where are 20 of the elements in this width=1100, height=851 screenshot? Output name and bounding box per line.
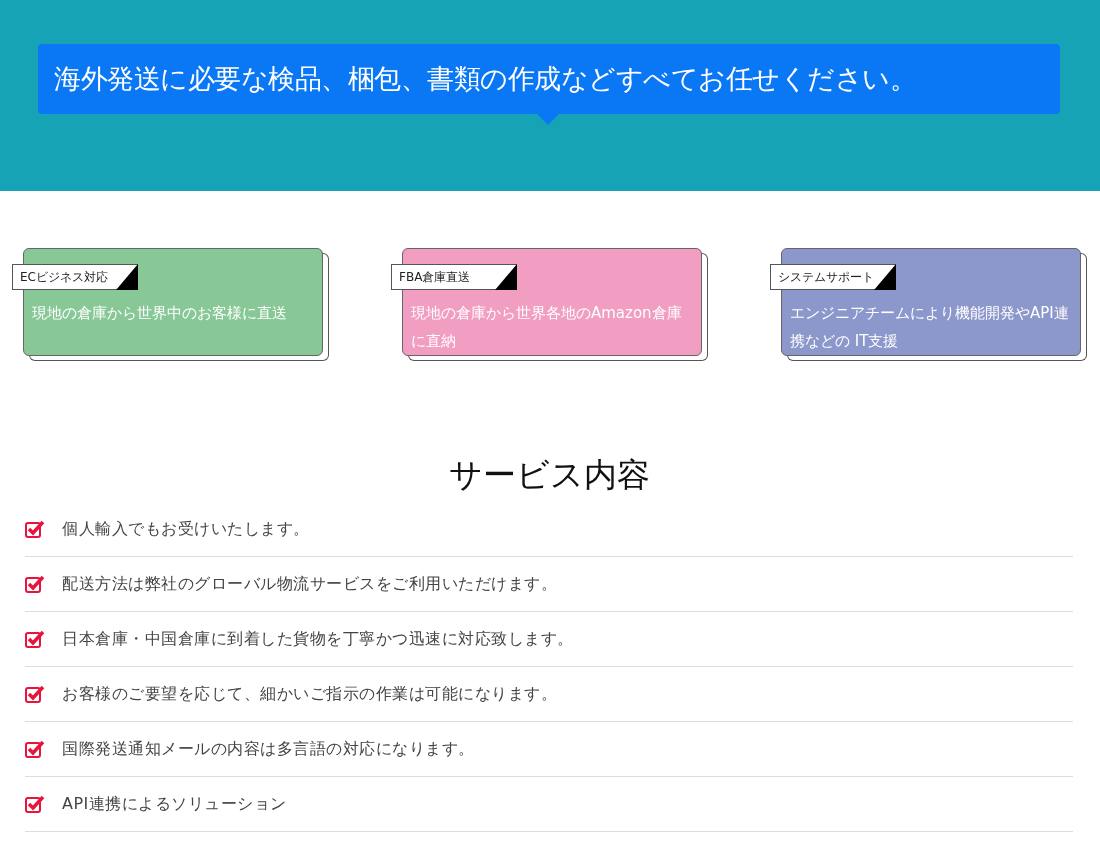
service-item: 個人輸入でもお受けいたします。 <box>62 518 310 540</box>
service-item: API連携によるソリューション <box>62 793 287 815</box>
checkmark-icon <box>25 520 45 538</box>
feature-description: エンジニアチームにより機能開発やAPI連携などの IT支援 <box>790 303 1070 352</box>
section-heading: サービス内容 <box>447 454 651 496</box>
service-item: 配送方法は弊社のグローバル物流サービスをご利用いただけます。 <box>62 573 557 595</box>
checkmark-icon <box>25 795 45 813</box>
feature-description: 現地の倉庫から世界中のお客様に直送 <box>32 303 288 324</box>
tag-corner-icon <box>495 264 517 290</box>
service-item: 日本倉庫・中国倉庫に到着した貨物を丁寧かつ迅速に対応致します。 <box>62 628 574 650</box>
service-item: 国際発送通知メールの内容は多言語の対応になります。 <box>62 738 475 760</box>
feature-description: 現地の倉庫から世界各地のAmazon倉庫に直納 <box>411 303 683 352</box>
service-item: お客様のご要望を応じて、細かいご指示の作業は可能になります。 <box>62 683 557 705</box>
tag-corner-icon <box>116 264 138 290</box>
checkmark-icon <box>25 575 45 593</box>
banner-message: 海外発送に必要な検品、梱包、書類の作成などすべてお任せください。 <box>54 62 916 96</box>
checkmark-icon <box>25 630 45 648</box>
tag-corner-icon <box>874 264 896 290</box>
checkmark-icon <box>25 685 45 703</box>
checkmark-icon <box>25 740 45 758</box>
